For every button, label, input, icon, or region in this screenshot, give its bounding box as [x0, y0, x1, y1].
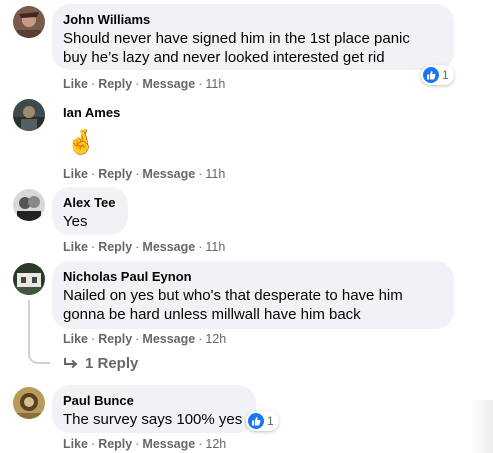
comment-timestamp[interactable]: 11h: [205, 167, 225, 181]
reply-thread-line: [28, 300, 50, 364]
comment-timestamp[interactable]: 12h: [205, 437, 226, 451]
avatar[interactable]: [13, 263, 45, 295]
emoji-fingers-crossed: 🤞: [66, 129, 96, 156]
like-link[interactable]: Like: [63, 240, 88, 254]
comment-timestamp[interactable]: 11h: [205, 77, 225, 91]
scroll-edge-shadow: [471, 400, 493, 453]
reaction-summary[interactable]: 1: [246, 411, 279, 431]
comment-author[interactable]: Nicholas Paul Eynon: [63, 269, 442, 285]
comment-actions: Like · Reply · Message · 12h: [63, 332, 227, 346]
like-link[interactable]: Like: [63, 77, 88, 91]
like-icon: [248, 413, 264, 429]
comment-author[interactable]: Alex Tee: [63, 195, 116, 211]
avatar[interactable]: [13, 6, 45, 38]
comment-text-line: Should never have signed him in the 1st …: [63, 30, 410, 47]
comment-bubble: Alex Tee Yes: [52, 187, 128, 235]
view-replies-link[interactable]: 1 Reply: [63, 355, 138, 372]
reply-link[interactable]: Reply: [98, 332, 132, 346]
reply-link[interactable]: Reply: [98, 77, 132, 91]
comment-text-line: Yes: [63, 213, 88, 230]
message-link[interactable]: Message: [142, 332, 195, 346]
comment-author[interactable]: John Williams: [63, 12, 442, 28]
reply-link[interactable]: Reply: [98, 167, 132, 181]
comment-timestamp[interactable]: 11h: [205, 240, 225, 254]
message-link[interactable]: Message: [142, 437, 195, 451]
comment-author[interactable]: Ian Ames: [63, 105, 120, 121]
comment-text-line: The survey says 100% yes: [63, 411, 243, 428]
reaction-count: 1: [267, 414, 274, 428]
message-link[interactable]: Message: [142, 240, 195, 254]
comment-bubble: Nicholas Paul Eynon Nailed on yes but wh…: [52, 261, 454, 329]
message-link[interactable]: Message: [142, 167, 195, 181]
comment-actions: Like · Reply · Message · 11h: [63, 77, 226, 91]
reaction-summary[interactable]: 1: [421, 65, 454, 85]
replies-count-label: 1 Reply: [85, 355, 139, 372]
like-link[interactable]: Like: [63, 332, 88, 346]
like-link[interactable]: Like: [63, 437, 88, 451]
comment-text-line: gonna be hard unless millwall have him b…: [63, 306, 361, 323]
avatar[interactable]: [13, 189, 45, 221]
comment-actions: Like · Reply · Message · 11h: [63, 167, 226, 181]
avatar[interactable]: [13, 387, 45, 419]
reply-link[interactable]: Reply: [98, 437, 132, 451]
comment-author[interactable]: Paul Bunce: [63, 393, 244, 409]
reply-link[interactable]: Reply: [98, 240, 132, 254]
comment-text-line: buy he’s lazy and never looked intereste…: [63, 49, 385, 66]
comment-bubble: John Williams Should never have signed h…: [52, 4, 454, 70]
comment-timestamp[interactable]: 12h: [205, 332, 226, 346]
comment-text-line: Nailed on yes but who's that desperate t…: [63, 287, 403, 304]
comment-bubble: Paul Bunce The survey says 100% yes: [52, 385, 256, 433]
comment-actions: Like · Reply · Message · 12h: [63, 437, 227, 451]
avatar[interactable]: [13, 99, 45, 131]
reaction-count: 1: [442, 68, 449, 82]
comment-actions: Like · Reply · Message · 11h: [63, 240, 226, 254]
like-icon: [423, 67, 439, 83]
like-link[interactable]: Like: [63, 167, 88, 181]
reply-arrow-icon: [64, 357, 78, 368]
message-link[interactable]: Message: [142, 77, 195, 91]
